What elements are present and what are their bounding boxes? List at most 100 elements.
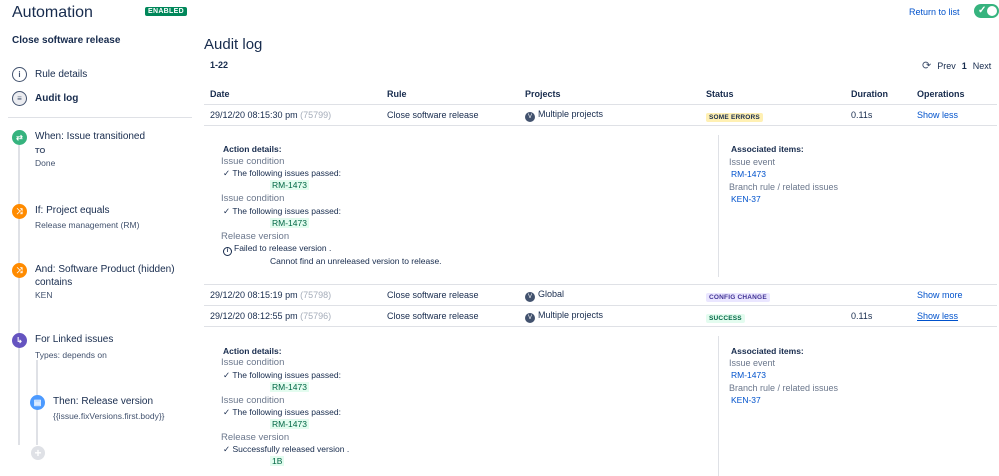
assoc-event-link[interactable]: RM-1473 — [731, 370, 766, 380]
column-header-duration[interactable]: Duration — [851, 89, 888, 99]
step-title: Then: Release version — [53, 396, 154, 407]
step-title: For Linked issues — [35, 334, 114, 345]
condition-text: ✓ The following issues passed: — [223, 370, 341, 380]
column-header-date[interactable]: Date — [210, 89, 230, 99]
row-date-text: 29/12/20 08:12:55 pm — [210, 311, 298, 321]
list-icon: ≡ — [12, 90, 27, 106]
row-id: (75799) — [300, 110, 332, 120]
condition-icon: ⤨ — [12, 263, 27, 278]
row-divider — [204, 326, 997, 327]
show-less-link[interactable]: Show less — [917, 311, 958, 321]
step-sub-value: Types: depends on — [35, 350, 107, 360]
release-error: i Failed to release version . — [223, 243, 331, 256]
sidebar-item-rule-details[interactable]: i Rule details — [12, 65, 87, 83]
version-key: 1B — [270, 456, 285, 466]
status-lozenge: SUCCESS — [706, 314, 745, 323]
current-page: 1 — [961, 60, 967, 71]
check-icon: ✓ — [978, 5, 987, 16]
trigger-icon: ⇄ — [12, 130, 27, 145]
issue-key-lozenge: RM-1473 — [270, 218, 309, 228]
result-range: 1-22 — [210, 60, 229, 70]
row-id: (75796) — [300, 311, 332, 321]
row-rule: Close software release — [387, 110, 479, 120]
row-date: 29/12/20 08:12:55 pm (75796) — [210, 311, 331, 321]
condition-text: ✓ The following issues passed: — [223, 168, 341, 178]
assoc-branch-link[interactable]: KEN-37 — [731, 395, 761, 405]
row-projects-text: Global — [538, 289, 565, 299]
issue-key: RM-1473 — [270, 218, 309, 228]
detail-divider — [718, 135, 719, 277]
return-to-list-link[interactable]: Return to list — [909, 7, 960, 17]
add-component-button[interactable]: + — [31, 446, 45, 460]
release-error-text: Failed to release version . — [234, 243, 332, 253]
enabled-status-badge: ENABLED — [145, 7, 187, 16]
issue-key-lozenge: RM-1473 — [270, 419, 309, 429]
release-label: Release version — [221, 432, 290, 443]
condition-label: Issue condition — [221, 357, 285, 368]
project-icon: V — [525, 112, 535, 122]
condition-text: ✓ The following issues passed: — [223, 206, 341, 216]
sidebar-divider — [8, 117, 192, 118]
status-lozenge: SOME ERRORS — [706, 113, 763, 122]
step-sub-value: {{issue.fixVersions.first.body}} — [53, 411, 165, 421]
assoc-event-link[interactable]: RM-1473 — [731, 169, 766, 179]
issue-key: RM-1473 — [270, 180, 309, 190]
row-projects: V Global — [525, 289, 564, 302]
row-projects-text: Multiple projects — [538, 310, 604, 320]
project-icon: V — [525, 292, 535, 302]
assoc-branch-link[interactable]: KEN-37 — [731, 194, 761, 204]
trigger-step[interactable]: ⇄ When: Issue transitioned TO Done — [12, 130, 145, 168]
condition-step[interactable]: ⤨ And: Software Product (hidden) contain… — [12, 263, 185, 289]
action-step[interactable]: ▤ Then: Release version {{issue.fixVersi… — [30, 395, 165, 421]
prev-page-link[interactable]: Prev — [937, 61, 956, 71]
show-more-link[interactable]: Show more — [917, 290, 963, 300]
condition-label: Issue condition — [221, 395, 285, 406]
release-label: Release version — [221, 231, 290, 242]
branch-step[interactable]: ↳ For Linked issues Types: depends on — [12, 333, 113, 360]
row-date-text: 29/12/20 08:15:19 pm — [210, 290, 298, 300]
status-badge: CONFIG CHANGE — [706, 291, 770, 302]
timeline-line — [18, 145, 20, 445]
column-header-operations[interactable]: Operations — [917, 89, 965, 99]
action-icon: ▤ — [30, 395, 45, 410]
row-divider — [204, 305, 997, 306]
sidebar-item-label: Audit log — [35, 92, 79, 104]
column-header-status[interactable]: Status — [706, 89, 734, 99]
refresh-icon[interactable]: ⟳ — [922, 59, 931, 72]
pagination: ⟳ Prev 1 Next — [922, 59, 991, 72]
associated-items-heading: Associated items: — [731, 346, 804, 356]
row-projects-text: Multiple projects — [538, 109, 604, 119]
info-icon: i — [12, 66, 27, 82]
condition-icon: ⤨ — [12, 204, 27, 219]
row-date: 29/12/20 08:15:30 pm (75799) — [210, 110, 331, 120]
column-header-rule[interactable]: Rule — [387, 89, 407, 99]
detail-divider — [718, 336, 719, 476]
release-success-text: ✓ Successfully released version . — [223, 444, 350, 454]
condition-label: Issue condition — [221, 193, 285, 204]
project-icon: V — [525, 313, 535, 323]
next-page-link[interactable]: Next — [973, 61, 992, 71]
release-error-detail: Cannot find an unreleased version to rel… — [270, 256, 442, 266]
assoc-branch-label: Branch rule / related issues — [729, 383, 839, 393]
status-badge: SUCCESS — [706, 312, 745, 323]
row-projects: V Multiple projects — [525, 109, 603, 122]
associated-items-heading: Associated items: — [731, 144, 804, 154]
step-sub-value: KEN — [35, 290, 53, 300]
info-icon: i — [223, 247, 232, 256]
app-title: Automation — [12, 4, 93, 21]
action-details-heading: Action details: — [223, 346, 282, 356]
condition-step[interactable]: ⤨ If: Project equals Release management … — [12, 204, 139, 230]
step-sub-value: Release management (RM) — [35, 220, 140, 230]
rule-enabled-toggle[interactable]: ✓ — [974, 4, 999, 18]
sidebar-rule-name: Close software release — [12, 35, 121, 46]
show-less-link[interactable]: Show less — [917, 110, 958, 120]
page-title: Audit log — [204, 36, 263, 53]
issue-key-lozenge: RM-1473 — [270, 180, 309, 190]
column-header-projects[interactable]: Projects — [525, 89, 561, 99]
assoc-event-label: Issue event — [729, 358, 776, 368]
sidebar-item-audit-log[interactable]: ≡ Audit log — [12, 89, 78, 107]
row-divider — [204, 125, 997, 126]
sidebar-item-label: Rule details — [35, 68, 88, 80]
condition-text: ✓ The following issues passed: — [223, 407, 341, 417]
issue-key: RM-1473 — [270, 382, 309, 392]
